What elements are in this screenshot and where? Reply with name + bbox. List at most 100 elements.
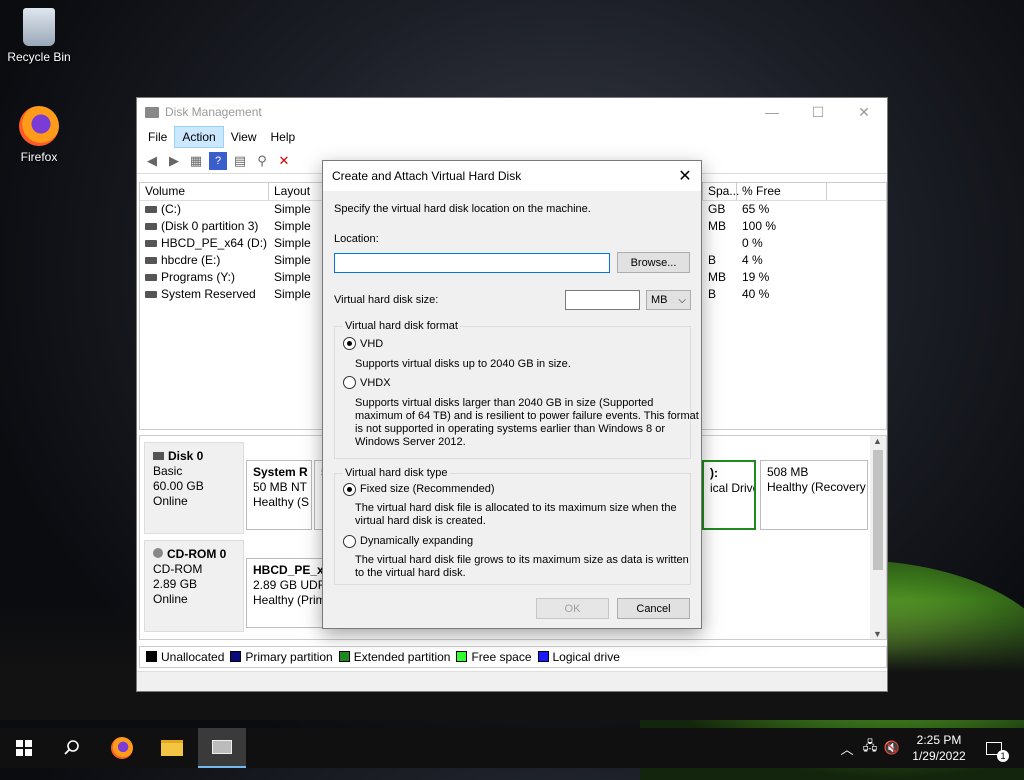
menu-help[interactable]: Help xyxy=(264,127,303,147)
chevron-up-icon: ︿ xyxy=(840,741,854,757)
partition-size: 50 MB NT xyxy=(253,480,308,494)
dialog-titlebar[interactable]: Create and Attach Virtual Hard Disk xyxy=(323,161,701,191)
volume-free: 65 % xyxy=(742,202,770,216)
volume-layout: Simple xyxy=(274,236,311,250)
ok-button[interactable]: OK xyxy=(536,598,609,619)
taskbar-disk-management[interactable] xyxy=(198,728,246,768)
notification-icon: 1 xyxy=(986,741,1009,762)
show-hidden-icons[interactable]: ︿ xyxy=(838,728,856,768)
legend-swatch xyxy=(146,651,157,662)
legend-swatch xyxy=(338,651,350,662)
maximize-button[interactable]: ☐ xyxy=(795,98,841,126)
disk-0-label[interactable]: Disk 0 Basic 60.00 GB Online xyxy=(144,442,244,534)
taskbar-firefox[interactable] xyxy=(98,728,146,768)
volume-layout: Simple xyxy=(274,202,311,216)
partition-name: System R xyxy=(253,465,308,479)
scroll-down-icon[interactable]: ▼ xyxy=(873,629,882,639)
recycle-bin-icon xyxy=(23,8,55,46)
desktop-icon-recycle-bin[interactable]: Recycle Bin xyxy=(4,8,74,64)
forward-arrow-icon[interactable]: ▶ xyxy=(165,152,183,170)
partition-size: 2.89 GB UDF xyxy=(253,578,326,592)
clock[interactable]: 2:25 PM 1/29/2022 xyxy=(905,732,973,764)
volume-space: GB xyxy=(708,202,726,216)
drive-icon xyxy=(145,257,157,265)
size-unit-select[interactable]: MB ⌵ xyxy=(646,290,691,310)
scroll-up-icon[interactable]: ▲ xyxy=(873,436,882,446)
network-tray[interactable]: 🖧 xyxy=(860,728,880,768)
disk-status: Online xyxy=(153,494,188,508)
minimize-button[interactable]: — xyxy=(749,98,795,126)
partition-logical-drive[interactable]: ): ical Drive xyxy=(702,460,756,530)
vhdx-label[interactable]: VHDX xyxy=(360,377,391,390)
desktop-icon-firefox[interactable]: Firefox xyxy=(4,106,74,164)
back-arrow-icon[interactable]: ◀ xyxy=(143,152,161,170)
vhd-label[interactable]: VHD xyxy=(360,338,383,351)
partition-status: Healthy (Prim xyxy=(253,593,326,607)
partition-cdrom[interactable]: HBCD_PE_x64 2.89 GB UDF Healthy (Prim xyxy=(246,558,326,628)
column-volume[interactable]: Volume xyxy=(140,183,269,200)
volume-free: 100 % xyxy=(742,219,777,233)
menu-action[interactable]: Action xyxy=(174,126,224,148)
partition-system-reserved[interactable]: System R 50 MB NT Healthy (S xyxy=(246,460,312,530)
fixed-size-label[interactable]: Fixed size (Recommended) xyxy=(360,483,495,496)
taskbar-file-explorer[interactable] xyxy=(148,728,196,768)
instruction-text: Specify the virtual hard disk location o… xyxy=(334,203,591,215)
scroll-thumb[interactable] xyxy=(873,450,883,570)
legend-swatch xyxy=(537,651,549,662)
drive-icon xyxy=(145,291,157,299)
help-icon[interactable]: ? xyxy=(209,151,227,170)
legend: Unallocated Primary partition Extended p… xyxy=(139,646,887,668)
vhdx-description-2: maximum of 64 TB) and is resilient to po… xyxy=(355,410,699,422)
search-icon xyxy=(64,740,79,755)
partition-name: ): xyxy=(710,466,718,480)
volume-name: (C:) xyxy=(140,201,269,218)
action-center-button[interactable]: 1 xyxy=(980,728,1009,768)
partition-name: HBCD_PE_x64 xyxy=(253,563,325,577)
disk-type: Basic xyxy=(153,464,183,478)
browse-button[interactable]: Browse... xyxy=(617,252,690,273)
size-input[interactable] xyxy=(565,290,640,310)
taskbar: ︿ 🖧 🔇 2:25 PM 1/29/2022 1 xyxy=(0,728,1024,768)
clock-time: 2:25 PM xyxy=(916,733,962,747)
network-icon: 🖧 xyxy=(862,738,878,753)
disk-size: 60.00 GB xyxy=(153,479,204,493)
start-button[interactable] xyxy=(0,728,48,768)
column-space[interactable]: Spa... xyxy=(703,183,739,200)
column-free[interactable]: % Free xyxy=(737,183,827,200)
cancel-button[interactable]: Cancel xyxy=(617,598,690,619)
disk-management-icon xyxy=(212,740,232,754)
delete-icon[interactable]: ✕ xyxy=(275,152,293,170)
dialog-close-button[interactable]: ✕ xyxy=(669,161,701,191)
column-layout[interactable]: Layout xyxy=(269,183,325,200)
legend-free: Free space xyxy=(456,650,532,664)
search-button[interactable] xyxy=(48,728,96,768)
volume-tray[interactable]: 🔇 xyxy=(882,728,902,768)
disk-icon xyxy=(153,452,164,460)
fixed-size-radio[interactable] xyxy=(343,483,356,496)
properties-icon[interactable]: ▤ xyxy=(231,152,249,170)
desktop-icon-label: Recycle Bin xyxy=(7,50,71,64)
connect-icon[interactable]: ⚲ xyxy=(253,152,271,170)
menu-file[interactable]: File xyxy=(141,127,174,147)
show-hide-tree-icon[interactable]: ▦ xyxy=(187,152,205,170)
graph-scrollbar[interactable]: ▲ ▼ xyxy=(870,436,886,639)
vhd-radio[interactable] xyxy=(343,337,356,350)
volume-layout: Simple xyxy=(274,253,311,267)
partition-recovery[interactable]: 508 MB Healthy (Recovery xyxy=(760,460,868,530)
volume-free: 40 % xyxy=(742,287,770,301)
format-group-label: Virtual hard disk format xyxy=(343,320,460,333)
volume-name: Programs (Y:) xyxy=(140,269,269,286)
cdrom-0-label[interactable]: CD-ROM 0 CD-ROM 2.89 GB Online xyxy=(144,540,244,632)
cdrom-icon xyxy=(153,548,163,558)
legend-swatch xyxy=(456,651,468,662)
volume-name: System Reserved xyxy=(140,286,269,303)
vhdx-radio[interactable] xyxy=(343,376,356,389)
menu-view[interactable]: View xyxy=(224,127,264,147)
menu-bar: File Action View Help xyxy=(137,126,887,148)
dynamic-radio[interactable] xyxy=(343,535,356,548)
volume-space xyxy=(703,235,737,252)
location-input[interactable] xyxy=(334,253,610,273)
close-button[interactable]: ✕ xyxy=(841,98,887,126)
location-label: Location: xyxy=(334,233,379,245)
dynamic-label[interactable]: Dynamically expanding xyxy=(360,535,473,548)
